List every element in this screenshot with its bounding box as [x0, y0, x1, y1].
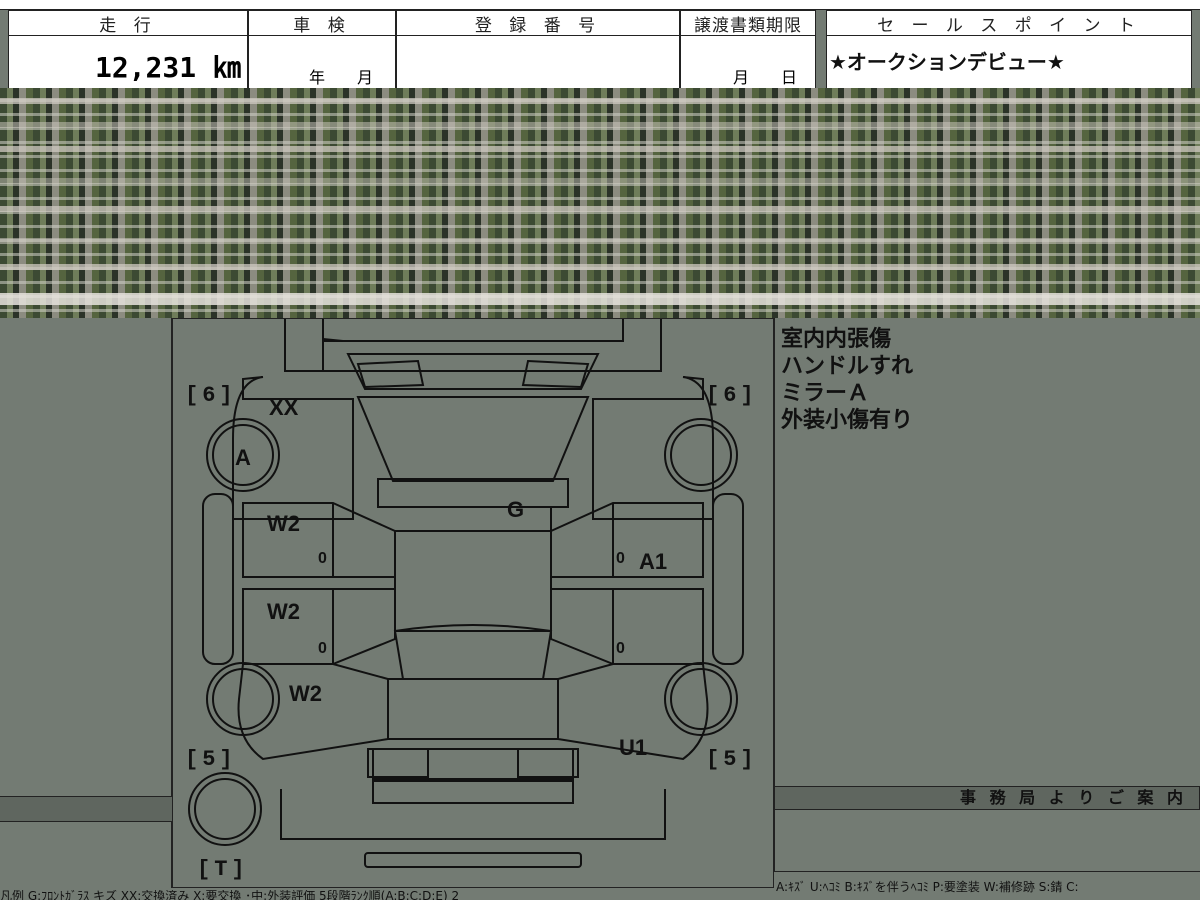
note-line: ハンドルすれ [781, 354, 914, 379]
damage-diagram: [6] [6] [5] [5] [T] XX A W2 W2 W2 G A1 U… [172, 318, 774, 888]
mark-rear-left-fender: W2 [289, 681, 322, 706]
office-notice-header: 事 務 局 よ り ご 案 内 [774, 786, 1200, 810]
mileage-cell: 12,231 ㎞ [8, 35, 248, 89]
inspection-label: 車 検 [293, 16, 351, 36]
sales-point: ★オークションデビュー★ [829, 50, 1065, 74]
mark-front-right-door: A1 [639, 549, 667, 574]
door-indicator-rr: 0 [616, 640, 625, 657]
mark-front-left-door: W2 [267, 511, 300, 536]
left-panel-band [0, 796, 172, 822]
inspection-value: 年 月 [309, 68, 374, 87]
transfer-cell: 月 日 [680, 35, 816, 89]
mark-front-left-wheel: A [235, 445, 251, 470]
mileage-label: 走 行 [99, 16, 157, 36]
registration-label: 登 録 番 号 [474, 16, 602, 36]
transfer-value: 月 日 [733, 68, 798, 87]
tire-rear-right-rating: [5] [706, 747, 758, 772]
mark-rear-right-fender: U1 [619, 735, 647, 760]
door-indicator-fl: 0 [318, 550, 327, 567]
note-line: ミラーＡ [781, 381, 870, 406]
door-indicator-fr: 0 [616, 550, 625, 567]
registration-cell [396, 35, 680, 89]
mark-hood: G [507, 497, 524, 522]
transfer-label: 譲渡書類期限 [694, 16, 802, 36]
sales-header: セ ー ル ス ポ イ ン ト [826, 10, 1192, 36]
inspection-header: 車 検 [248, 10, 396, 36]
door-indicator-rl: 0 [318, 640, 327, 657]
mark-front-left-fender: XX [269, 395, 299, 420]
sales-label: セ ー ル ス ポ イ ン ト [877, 16, 1141, 36]
mileage-header: 走 行 [8, 10, 248, 36]
tire-rear-left-rating: [5] [185, 747, 237, 772]
mark-rear-left-door: W2 [267, 599, 300, 624]
vehicle-photo [0, 88, 1200, 318]
legend-right: A:ｷｽﾞ U:ﾍｺﾐ B:ｷｽﾞを伴うﾍｺﾐ P:要塗装 W:補修跡 S:錆 … [776, 880, 1079, 894]
legend-left: 凡例 G:ﾌﾛﾝﾄｶﾞﾗｽ キズ XX:交換済み X:要交換 ･中:外装評価 5… [0, 890, 460, 900]
office-notice-body [774, 810, 1200, 872]
transfer-header: 譲渡書類期限 [680, 10, 816, 36]
spare-tire-label: [T] [197, 857, 249, 882]
office-notice-label: 事 務 局 よ り ご 案 内 [960, 788, 1187, 807]
car-outline-diagram: [6] [6] [5] [5] [T] XX A W2 W2 W2 G A1 U… [185, 319, 758, 882]
notes-panel: 室内内張傷 ハンドルすれ ミラーＡ 外装小傷有り [774, 318, 1200, 786]
inspection-cell: 年 月 [248, 35, 396, 89]
registration-header: 登 録 番 号 [396, 10, 680, 36]
note-line: 外装小傷有り [781, 408, 914, 433]
sales-cell: ★オークションデビュー★ [826, 35, 1192, 89]
left-panel [0, 318, 172, 888]
top-strip [0, 0, 1200, 10]
tire-front-right-rating: [6] [706, 383, 758, 408]
tire-front-left-rating: [6] [185, 383, 237, 408]
note-line: 室内内張傷 [781, 327, 892, 352]
mileage-value: 12,231 ㎞ [94, 51, 241, 84]
